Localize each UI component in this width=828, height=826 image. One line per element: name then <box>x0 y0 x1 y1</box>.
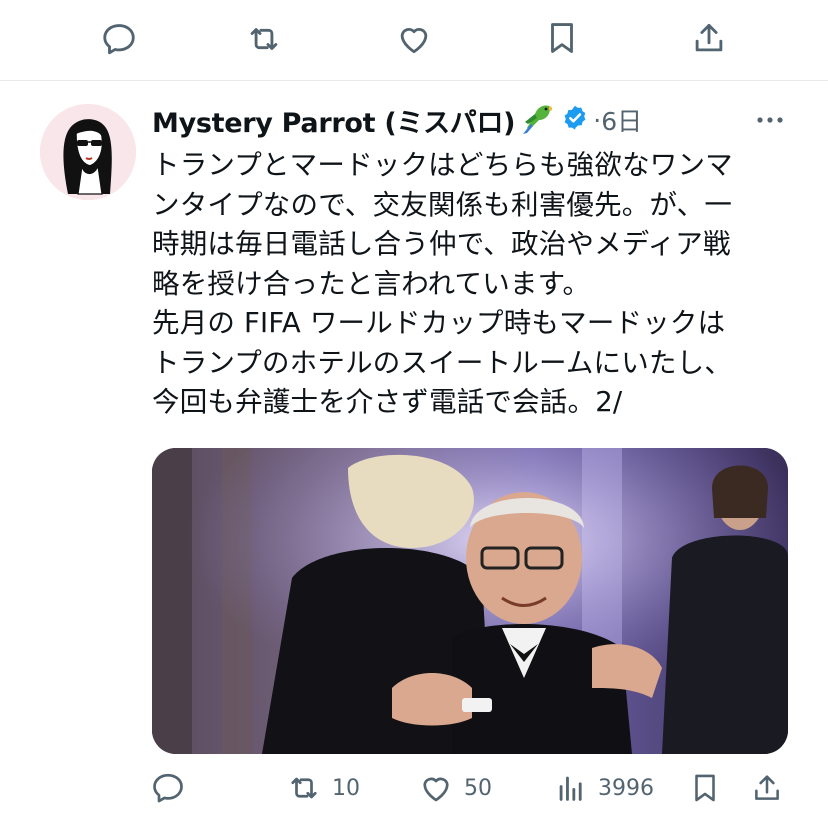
author-name[interactable]: Mystery Parrot (ミスパロ) <box>152 101 516 140</box>
retweet-button-top[interactable] <box>244 20 284 58</box>
retweet-count: 10 <box>332 775 360 801</box>
retweet-button[interactable]: 10 <box>286 770 360 806</box>
tweet-action-bar: 10 50 3996 <box>0 760 828 820</box>
view-count: 3996 <box>598 775 654 801</box>
divider <box>0 80 828 81</box>
photo-two-men-embracing <box>152 448 788 754</box>
share-button[interactable] <box>750 770 784 806</box>
more-button[interactable] <box>752 108 788 132</box>
tweet-text: トランプとマードックはどちらも強欲なワンマ ンタイプなので、交友関係も利害優先。… <box>152 149 733 418</box>
share-button-top[interactable] <box>690 18 728 58</box>
more-icon <box>757 117 783 123</box>
previous-tweet-action-bar <box>0 0 828 80</box>
timestamp[interactable]: 6日 <box>601 102 642 138</box>
avatar[interactable] <box>40 104 136 200</box>
like-button[interactable]: 50 <box>418 770 492 806</box>
tweet-header: Mystery Parrot (ミスパロ) · 6日 <box>152 100 642 140</box>
reply-button[interactable] <box>150 770 196 806</box>
retweet-icon <box>250 28 278 50</box>
tweet-photo[interactable] <box>152 448 788 754</box>
like-icon <box>423 777 449 802</box>
separator-dot: · <box>593 105 602 135</box>
like-icon <box>400 28 428 54</box>
parrot-icon <box>519 100 555 140</box>
views-icon <box>559 776 582 801</box>
like-count: 50 <box>464 775 492 801</box>
bookmark-button[interactable] <box>688 770 722 806</box>
share-icon <box>695 23 723 52</box>
verified-badge-icon <box>561 104 589 136</box>
bookmark-icon <box>551 23 573 53</box>
avatar-woman-sunglasses-icon <box>40 104 136 200</box>
reply-button-top[interactable] <box>100 20 138 58</box>
retweet-icon <box>291 777 317 799</box>
reply-icon <box>153 773 183 803</box>
views-button[interactable]: 3996 <box>554 770 654 806</box>
like-button-top[interactable] <box>394 20 434 58</box>
bookmark-icon <box>695 774 715 802</box>
bookmark-button-top[interactable] <box>543 18 581 58</box>
reply-icon <box>103 24 135 55</box>
share-icon <box>755 775 779 800</box>
